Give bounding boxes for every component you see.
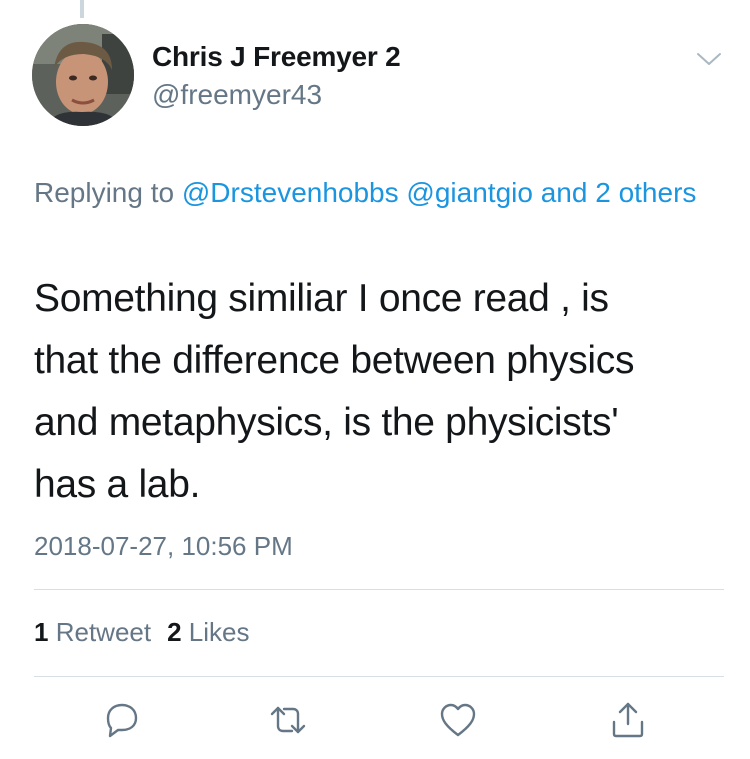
author-handle[interactable]: @freemyer43 bbox=[152, 78, 401, 112]
share-icon[interactable] bbox=[606, 698, 650, 742]
tweet-stats: 1 Retweet 2 Likes bbox=[34, 614, 266, 650]
replying-to: Replying to @Drstevenhobbs @giantgio and… bbox=[34, 172, 714, 214]
replying-to-label: Replying to bbox=[34, 177, 182, 208]
tweet-timestamp[interactable]: 2018-07-27, 10:56 PM bbox=[34, 528, 293, 564]
divider bbox=[34, 676, 724, 677]
chevron-down-icon[interactable] bbox=[692, 48, 726, 70]
retweets-count: 1 bbox=[34, 617, 49, 647]
mention-link[interactable]: @giantgio bbox=[406, 177, 533, 208]
author-display-name[interactable]: Chris J Freemyer 2 bbox=[152, 40, 401, 74]
tweet-author[interactable]: Chris J Freemyer 2 @freemyer43 bbox=[152, 40, 401, 112]
reply-icon[interactable] bbox=[100, 698, 144, 742]
tweet-text-line: Something similiar I once read , is bbox=[34, 277, 609, 320]
retweets-label: Retweet bbox=[55, 617, 152, 647]
thread-connector-line bbox=[80, 0, 84, 18]
like-icon[interactable] bbox=[436, 698, 480, 742]
others-link[interactable]: and 2 others bbox=[541, 177, 697, 208]
likes-label: Likes bbox=[188, 617, 250, 647]
likes-count: 2 bbox=[167, 617, 182, 647]
mention-link[interactable]: @Drstevenhobbs bbox=[182, 177, 399, 208]
divider bbox=[34, 589, 724, 590]
retweets-stat[interactable]: 1 Retweet bbox=[34, 617, 151, 647]
tweet-text-line: that the difference between physics bbox=[34, 339, 635, 382]
likes-stat[interactable]: 2 Likes bbox=[167, 617, 249, 647]
tweet-text-line: has a lab. bbox=[34, 463, 201, 506]
avatar[interactable] bbox=[32, 24, 134, 126]
tweet-text-line: and metaphysics, is the physicists' bbox=[34, 401, 619, 444]
retweet-icon[interactable] bbox=[266, 698, 310, 742]
tweet-text: Something similiar I once read , is that… bbox=[34, 268, 724, 516]
